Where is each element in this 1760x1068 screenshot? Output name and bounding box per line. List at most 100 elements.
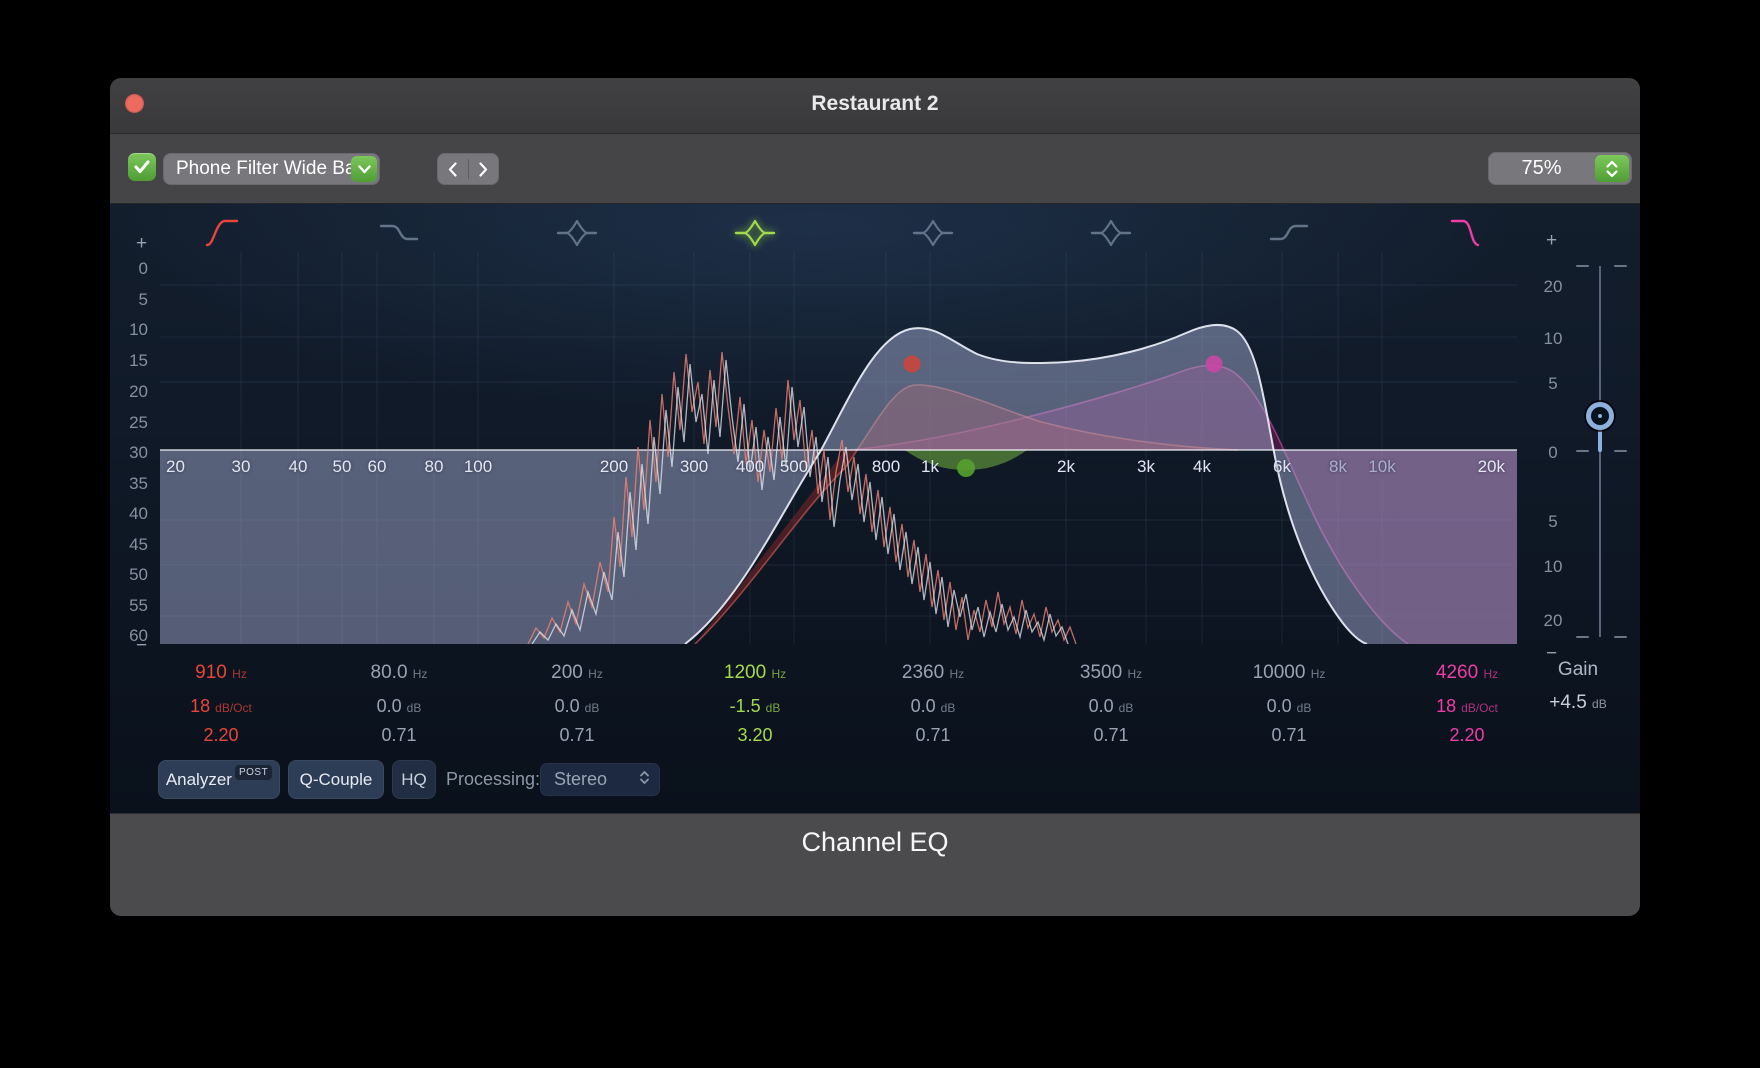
zoom-value: 75% [1521,157,1562,179]
band-parameter-table: 910 Hz 18 dB/Oct 2.20 80.0 Hz 0.0 dB 0.7… [132,656,1556,749]
processing-select[interactable]: Stereo [540,763,660,796]
chevron-left-icon [448,161,457,177]
freq-ruler-label: 50 [332,457,352,476]
preset-prev-next [437,153,499,185]
freq-ruler-label: 60 [367,457,387,476]
analyzer-db-label: 15 [129,351,148,370]
eq-curve-canvas[interactable] [160,232,1518,644]
band-q-factor[interactable]: 3.20 [666,723,844,749]
band-q-factor[interactable]: 0.71 [844,723,1022,749]
band-frequency[interactable]: 4260 Hz [1378,656,1556,691]
plugin-enable-checkbox[interactable] [128,153,156,181]
band-gain[interactable]: 0.0 dB [1022,691,1200,723]
preset-selector[interactable]: Phone Filter Wide Ba... [163,153,380,185]
band-frequency[interactable]: 200 Hz [488,656,666,691]
band-6-parameters[interactable]: 3500 Hz 0.0 dB 0.71 [1022,656,1200,749]
up-down-chevrons-icon [1606,160,1618,177]
band-q-factor[interactable]: 0.71 [1022,723,1200,749]
band-slope[interactable]: 18 dB/Oct [132,691,310,723]
gain-db-label: 5 [1548,512,1558,531]
gain-db-label: 10 [1543,557,1563,576]
gain-value-unit: dB [1592,697,1607,711]
analyzer-scale-plus: + [136,233,148,254]
band1-control-dot[interactable] [903,355,921,373]
eq-combined-fill [160,324,1517,644]
desktop-background: Restaurant 2 Phone Filter Wide Ba... 75% [0,0,1760,1068]
analyzer-db-label: 45 [129,535,148,554]
plugin-header-toolbar: Phone Filter Wide Ba... 75% [110,134,1640,204]
preset-menu-button[interactable] [351,156,377,182]
band-frequency[interactable]: 910 Hz [132,656,310,691]
processing-label: Processing: [446,769,541,789]
band-frequency[interactable]: 10000 Hz [1200,656,1378,691]
band8-control-dot[interactable] [1205,355,1223,373]
freq-ruler-label: 100 [463,457,493,476]
analyzer-db-label: 20 [129,382,148,401]
plugin-name-bar: Channel EQ [110,813,1640,916]
analyzer-button-label: Analyzer [165,769,232,789]
freq-ruler-label: 80 [424,457,444,476]
gain-db-label: 0 [1548,443,1558,462]
hq-button[interactable]: HQ [392,760,436,799]
band-gain[interactable]: -1.5 dB [666,691,844,723]
freq-ruler-label: 200 [599,457,629,476]
analyzer-db-label: 35 [129,474,148,493]
view-zoom-stepper[interactable]: 75% [1488,152,1632,185]
band-slope[interactable]: 18 dB/Oct [1378,691,1556,723]
band-gain[interactable]: 0.0 dB [488,691,666,723]
freq-ruler-label: 3k [1137,457,1155,476]
band-frequency[interactable]: 1200 Hz [666,656,844,691]
analyzer-db-label: 10 [129,320,148,339]
window-title: Restaurant 2 [811,92,939,115]
hq-button-label: HQ [401,769,427,789]
gain-scale-plus: + [1546,230,1558,251]
master-gain-slider-knob[interactable] [1586,402,1614,430]
analyzer-db-label: 0 [138,259,148,278]
band-1-parameters[interactable]: 910 Hz 18 dB/Oct 2.20 [132,656,310,749]
band-5-parameters[interactable]: 2360 Hz 0.0 dB 0.71 [844,656,1022,749]
gain-db-label: 20 [1543,611,1563,630]
band-q-factor[interactable]: 0.71 [310,723,488,749]
band-3-parameters[interactable]: 200 Hz 0.0 dB 0.71 [488,656,666,749]
band-2-parameters[interactable]: 80.0 Hz 0.0 dB 0.71 [310,656,488,749]
band-7-parameters[interactable]: 10000 Hz 0.0 dB 0.71 [1200,656,1378,749]
band-q-factor[interactable]: 0.71 [1200,723,1378,749]
freq-ruler-label: 2k [1057,457,1075,476]
freq-ruler-label: 10k [1368,457,1396,476]
zoom-stepper-button[interactable] [1595,155,1629,182]
band-gain[interactable]: 0.0 dB [310,691,488,723]
eq-display-area: + 051015202530354045505560 − [110,204,1640,813]
freq-ruler-label: 6k [1273,457,1291,476]
analyzer-db-label: 5 [138,290,148,309]
slider-tick [1614,265,1627,267]
q-couple-button[interactable]: Q-Couple [288,760,384,799]
band-frequency[interactable]: 2360 Hz [844,656,1022,691]
processing-value: Stereo [554,769,608,789]
band-frequency[interactable]: 3500 Hz [1022,656,1200,691]
band-frequency[interactable]: 80.0 Hz [310,656,488,691]
band-q-factor[interactable]: 2.20 [1378,723,1556,749]
band4-control-dot[interactable] [957,459,975,477]
freq-ruler-label: 30 [231,457,251,476]
band-gain[interactable]: 0.0 dB [1200,691,1378,723]
freq-ruler-label: 40 [288,457,308,476]
gain-db-label: 20 [1543,277,1563,296]
preset-name: Phone Filter Wide Ba... [176,158,351,179]
band-q-factor[interactable]: 2.20 [132,723,310,749]
band-4-parameters[interactable]: 1200 Hz -1.5 dB 3.20 [666,656,844,749]
freq-ruler-label: 4k [1193,457,1211,476]
band-gain[interactable]: 0.0 dB [844,691,1022,723]
analyzer-db-label: 55 [129,596,148,615]
eq-curve-plot[interactable]: 20 30 40 50 60 80 100 200 300 400 500 800 1k 2k 3k 4k 6k… [160,232,1518,644]
preset-prev-button[interactable] [437,153,468,185]
analyzer-mode-badge[interactable]: POST [234,765,273,780]
freq-ruler-label: 400 [735,457,765,476]
analyzer-db-label: 40 [129,504,148,523]
master-gain-slider-stem [1598,428,1602,452]
freq-ruler-label: 800 [871,457,901,476]
analyzer-button[interactable]: Analyzer POST [158,760,280,799]
plugin-window: Restaurant 2 Phone Filter Wide Ba... 75% [110,78,1640,916]
band-q-factor[interactable]: 0.71 [488,723,666,749]
preset-next-button[interactable] [469,153,500,185]
band-8-parameters[interactable]: 4260 Hz 18 dB/Oct 2.20 [1378,656,1556,749]
